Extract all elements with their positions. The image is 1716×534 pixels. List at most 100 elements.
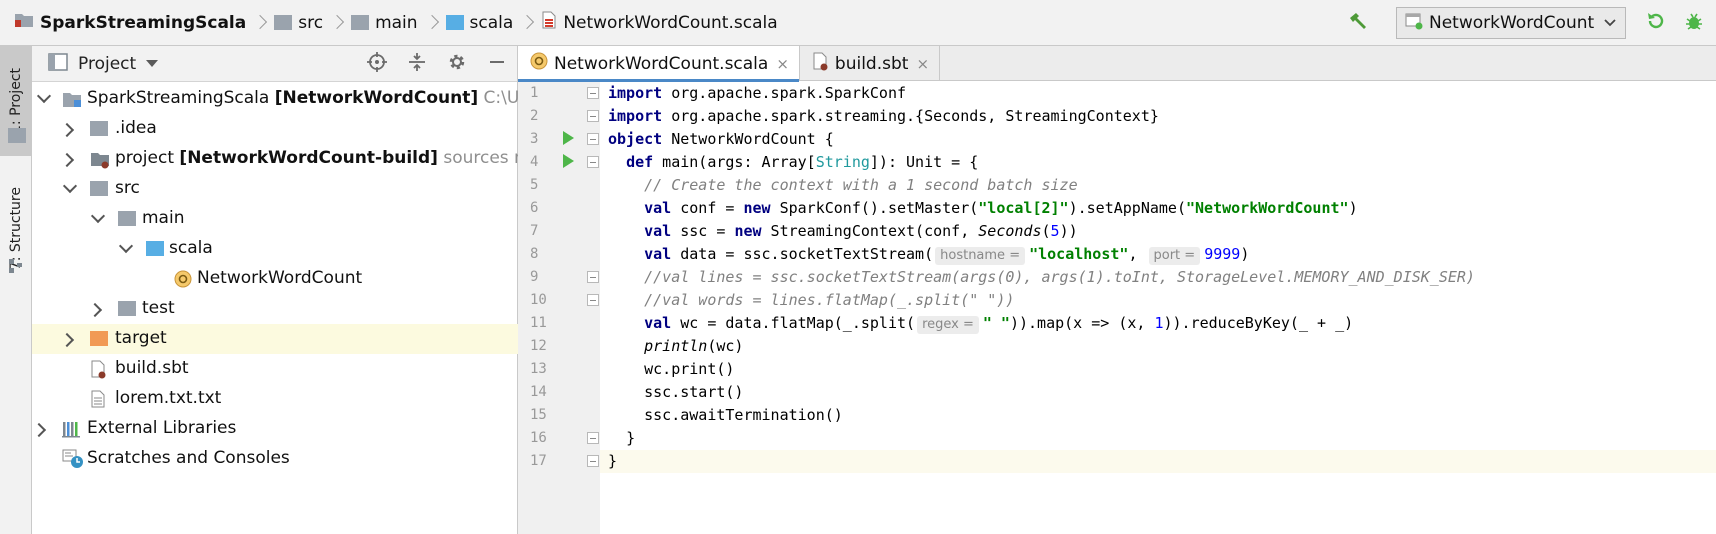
run-configuration-select[interactable]: NetworkWordCount bbox=[1396, 7, 1626, 39]
tree-item-scratches[interactable]: Scratches and Consoles bbox=[32, 444, 518, 474]
code-line[interactable]: val ssc = new StreamingContext(conf, Sec… bbox=[600, 220, 1716, 243]
tree-item-lorem-txt[interactable]: lorem.txt.txt bbox=[32, 384, 518, 414]
breadcrumb-main[interactable]: main bbox=[351, 0, 418, 46]
hide-panel-button[interactable] bbox=[477, 46, 517, 82]
breadcrumb-label: NetworkWordCount.scala bbox=[563, 12, 778, 33]
close-icon[interactable]: × bbox=[776, 55, 789, 73]
run-icon[interactable] bbox=[563, 131, 574, 145]
code-line[interactable]: println(wc) bbox=[600, 335, 1716, 358]
fold-icon[interactable] bbox=[587, 110, 599, 122]
run-toolbar: NetworkWordCount bbox=[1342, 0, 1716, 46]
line-number-gutter[interactable]: 1 2 3 4 5 6 7 8 9 10 11 12 13 14 15 16 1… bbox=[518, 82, 600, 534]
sbt-file-icon bbox=[90, 360, 108, 384]
breadcrumb-src[interactable]: src bbox=[274, 0, 323, 46]
chevron-down-icon[interactable] bbox=[92, 213, 102, 223]
code-line[interactable]: //val words = lines.flatMap(_.split(" ")… bbox=[600, 289, 1716, 312]
module-folder-icon bbox=[62, 91, 82, 113]
tab-build-sbt[interactable]: build.sbt × bbox=[800, 46, 941, 81]
code-line[interactable]: import org.apache.spark.streaming.{Secon… bbox=[600, 105, 1716, 128]
code-text: } bbox=[608, 452, 618, 470]
line-number: 4 bbox=[530, 154, 539, 170]
chevron-down-icon[interactable] bbox=[120, 243, 130, 253]
fold-icon[interactable] bbox=[587, 294, 599, 306]
code-line[interactable]: // Create the context with a 1 second ba… bbox=[600, 174, 1716, 197]
tree-item-scala[interactable]: scala bbox=[32, 234, 518, 264]
chevron-right-icon bbox=[255, 14, 265, 32]
code-line[interactable]: val data = ssc.socketTextStream(hostname… bbox=[600, 243, 1716, 266]
fold-icon[interactable] bbox=[587, 271, 599, 283]
fold-icon[interactable] bbox=[587, 455, 599, 467]
tree-item-main[interactable]: main bbox=[32, 204, 518, 234]
build-button[interactable] bbox=[1342, 7, 1374, 39]
navigation-bar: SparkStreamingScala src main scala Netwo… bbox=[0, 0, 1716, 46]
chevron-right-icon[interactable] bbox=[62, 154, 72, 164]
chevron-right-icon[interactable] bbox=[62, 124, 72, 134]
chevron-down-icon[interactable] bbox=[38, 93, 48, 103]
debug-button[interactable] bbox=[1678, 7, 1710, 39]
code-line[interactable]: ssc.start() bbox=[600, 381, 1716, 404]
tree-item-label: src bbox=[115, 178, 140, 198]
fold-icon[interactable] bbox=[587, 133, 599, 145]
locate-file-button[interactable] bbox=[357, 46, 397, 82]
line-number: 10 bbox=[530, 292, 547, 308]
fold-icon[interactable] bbox=[587, 432, 599, 444]
settings-button[interactable] bbox=[437, 46, 477, 82]
parameter-hint: regex = bbox=[917, 316, 979, 334]
tree-item-sparkstreamingscala[interactable]: SparkStreamingScala [NetworkWordCount] C… bbox=[32, 84, 518, 114]
chevron-down-icon[interactable] bbox=[146, 60, 159, 67]
code-line[interactable]: import org.apache.spark.SparkConf bbox=[600, 82, 1716, 105]
code-line[interactable]: def main(args: Array[String]): Unit = { bbox=[600, 151, 1716, 174]
line-number: 13 bbox=[530, 361, 547, 377]
line-number: 2 bbox=[530, 108, 539, 124]
tree-item-src[interactable]: src bbox=[32, 174, 518, 204]
code-line[interactable]: object NetworkWordCount { bbox=[600, 128, 1716, 151]
fold-icon[interactable] bbox=[587, 156, 599, 168]
breadcrumb-file[interactable]: NetworkWordCount.scala bbox=[541, 0, 778, 46]
breadcrumb-label: main bbox=[375, 12, 418, 33]
tree-item-external-libraries[interactable]: External Libraries bbox=[32, 414, 518, 444]
collapse-all-button[interactable] bbox=[397, 46, 437, 82]
tree-item-project[interactable]: project [NetworkWordCount-build] sources… bbox=[32, 144, 518, 174]
structure-icon bbox=[9, 258, 23, 277]
chevron-right-icon[interactable] bbox=[90, 304, 100, 314]
rerun-button[interactable] bbox=[1640, 7, 1672, 39]
comment: //val words = lines.flatMap(_.split(" ")… bbox=[644, 291, 1015, 309]
tree-item-test[interactable]: test bbox=[32, 294, 518, 324]
tree-item-label: Scratches and Consoles bbox=[87, 448, 290, 468]
type-name: String bbox=[815, 153, 870, 171]
tree-item-idea[interactable]: .idea bbox=[32, 114, 518, 144]
tree-item-networkwordcount[interactable]: NetworkWordCount bbox=[32, 264, 518, 294]
close-icon[interactable]: × bbox=[916, 55, 929, 73]
number-literal: 9999 bbox=[1204, 245, 1241, 263]
code-line[interactable]: wc.print() bbox=[600, 358, 1716, 381]
keyword: new bbox=[734, 222, 762, 240]
minimize-icon bbox=[488, 53, 506, 75]
code-text: ]): Unit = { bbox=[869, 153, 979, 171]
code-line-current[interactable]: } bbox=[600, 450, 1716, 473]
chevron-right-icon[interactable] bbox=[34, 424, 44, 434]
application-icon bbox=[1405, 12, 1423, 35]
tree-item-build-sbt[interactable]: build.sbt bbox=[32, 354, 518, 384]
project-view-title[interactable]: Project bbox=[78, 54, 136, 74]
run-icon[interactable] bbox=[563, 154, 574, 168]
code-line[interactable]: //val lines = ssc.socketTextStream(args(… bbox=[600, 266, 1716, 289]
tab-networkwordcount-scala[interactable]: NetworkWordCount.scala × bbox=[518, 46, 800, 82]
code-line[interactable]: val conf = new SparkConf().setMaster("lo… bbox=[600, 197, 1716, 220]
breadcrumb-project[interactable]: SparkStreamingScala bbox=[14, 0, 246, 46]
editor: NetworkWordCount.scala × build.sbt × 1 2… bbox=[518, 46, 1716, 534]
keyword: object bbox=[608, 130, 663, 148]
collapse-icon bbox=[407, 52, 427, 76]
code-line[interactable]: val wc = data.flatMap(_.split(regex = " "… bbox=[600, 312, 1716, 335]
tree-item-label: External Libraries bbox=[87, 418, 237, 438]
code-line[interactable]: } bbox=[600, 427, 1716, 450]
chevron-right-icon[interactable] bbox=[62, 334, 72, 344]
code-line[interactable]: ssc.awaitTermination() bbox=[600, 404, 1716, 427]
code-text: (wc) bbox=[707, 337, 744, 355]
chevron-down-icon[interactable] bbox=[64, 183, 74, 193]
fold-icon[interactable] bbox=[587, 87, 599, 99]
tree-item-target[interactable]: target bbox=[32, 324, 518, 354]
breadcrumb-scala[interactable]: scala bbox=[445, 0, 513, 46]
project-panel: Project SparkStreamingScala [NetworkWord… bbox=[32, 46, 518, 534]
tree-item-label: .idea bbox=[115, 118, 157, 138]
crosshair-icon bbox=[367, 52, 387, 76]
